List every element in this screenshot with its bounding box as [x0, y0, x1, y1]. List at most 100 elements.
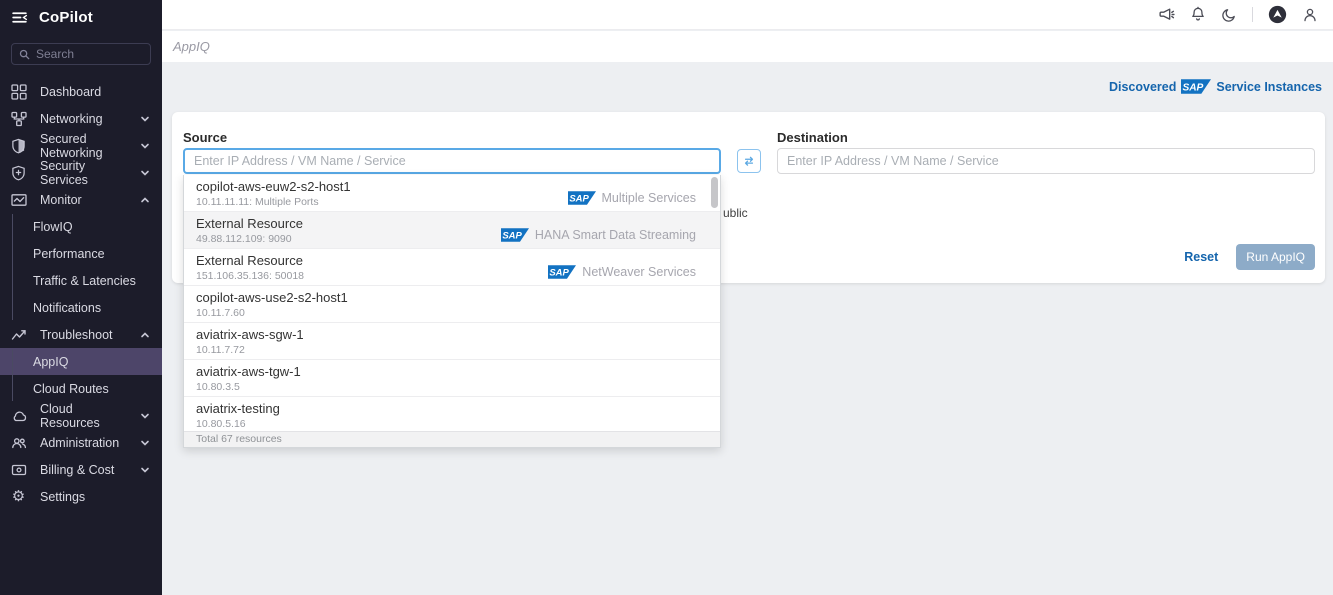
sidebar-item-label: Troubleshoot	[40, 328, 113, 342]
card-actions: Reset Run AppIQ	[1184, 244, 1315, 270]
bell-icon[interactable]	[1190, 6, 1206, 23]
aviatrix-logo-icon[interactable]	[1268, 5, 1287, 24]
service-name: NetWeaver Services	[582, 265, 696, 279]
sidebar-item-monitor[interactable]: Monitor	[0, 186, 162, 213]
troubleshoot-subgroup: AppIQ Cloud Routes	[0, 348, 162, 402]
resource-name: aviatrix-aws-sgw-1	[196, 327, 304, 342]
sidebar-item-label: Notifications	[33, 301, 101, 315]
sidebar-item-settings[interactable]: ⚙ Settings	[0, 483, 162, 510]
run-appiq-button[interactable]: Run AppIQ	[1236, 244, 1315, 270]
gear-icon: ⚙	[10, 488, 27, 505]
sidebar-nav: Dashboard Networking	[0, 78, 162, 510]
discovered-prefix: Discovered	[1109, 80, 1176, 94]
sidebar-item-troubleshoot[interactable]: Troubleshoot	[0, 321, 162, 348]
dropdown-footer: Total 67 resources	[184, 431, 720, 447]
trending-zigzag-icon	[10, 326, 27, 343]
chevron-down-icon	[140, 168, 150, 178]
resource-name: External Resource	[196, 253, 304, 268]
sidebar-item-label: Settings	[40, 490, 85, 504]
suggestion-row[interactable]: copilot-aws-use2-s2-host1 10.11.7.60	[184, 286, 720, 323]
suggestion-row[interactable]: aviatrix-aws-tgw-1 10.80.3.5	[184, 360, 720, 397]
shield-half-icon	[10, 137, 27, 154]
resource-detail: 10.11.7.72	[196, 344, 304, 356]
suggestion-row[interactable]: aviatrix-testing 10.80.5.16	[184, 397, 720, 434]
sidebar-item-label: Security Services	[40, 159, 127, 187]
sap-logo-icon: SAP	[501, 228, 529, 242]
partial-public-text: ublic	[723, 206, 748, 220]
resource-service: SAP Multiple Services	[568, 179, 708, 211]
source-suggestions-dropdown: copilot-aws-euw2-s2-host1 10.11.11.11: M…	[183, 175, 721, 448]
monitor-subgroup: FlowIQ Performance Traffic & Latencies N…	[0, 213, 162, 321]
monitor-chart-icon	[10, 191, 27, 208]
logo-row: CoPilot	[0, 0, 162, 26]
chevron-down-icon	[140, 141, 150, 151]
user-icon[interactable]	[1302, 7, 1318, 23]
sidebar-item-label: AppIQ	[33, 355, 68, 369]
sidebar-item-label: FlowIQ	[33, 220, 73, 234]
sidebar-item-cloud-routes[interactable]: Cloud Routes	[0, 375, 162, 402]
sidebar-collapse-icon[interactable]	[11, 9, 28, 26]
shield-plus-icon	[10, 164, 27, 181]
moon-icon[interactable]	[1221, 7, 1237, 23]
svg-text:SAP: SAP	[550, 268, 570, 279]
resource-detail: 49.88.112.109: 9090	[196, 233, 303, 245]
svg-text:SAP: SAP	[569, 194, 589, 205]
destination-input[interactable]	[777, 148, 1315, 174]
cloud-icon	[10, 407, 27, 424]
sidebar-item-dashboard[interactable]: Dashboard	[0, 78, 162, 105]
sidebar-item-label: Billing & Cost	[40, 463, 114, 477]
svg-text:SAP: SAP	[502, 231, 522, 242]
announcement-icon[interactable]	[1158, 6, 1175, 23]
dropdown-scrollbar	[711, 177, 718, 430]
swap-button[interactable]	[737, 149, 761, 173]
sap-logo-icon: SAP	[548, 265, 576, 279]
discovered-sap-link[interactable]: Discovered SAP Service Instances	[1109, 79, 1322, 94]
scrollbar-thumb[interactable]	[711, 177, 718, 208]
sidebar-item-label: Monitor	[40, 193, 82, 207]
sidebar-item-label: Cloud Resources	[40, 402, 127, 430]
breadcrumb-row: AppIQ	[162, 31, 1333, 62]
sidebar-item-billing-cost[interactable]: Billing & Cost	[0, 456, 162, 483]
sidebar-item-cloud-resources[interactable]: Cloud Resources	[0, 402, 162, 429]
suggestion-row[interactable]: External Resource 49.88.112.109: 9090 SA…	[184, 212, 720, 249]
sidebar-item-label: Administration	[40, 436, 119, 450]
reset-button[interactable]: Reset	[1184, 250, 1218, 264]
service-name: HANA Smart Data Streaming	[535, 228, 696, 242]
sidebar-item-flowiq[interactable]: FlowIQ	[0, 213, 162, 240]
sidebar-item-notifications[interactable]: Notifications	[0, 294, 162, 321]
resource-detail: 10.80.5.16	[196, 418, 280, 430]
suggestion-row[interactable]: External Resource 151.106.35.136: 50018 …	[184, 249, 720, 286]
sidebar-item-performance[interactable]: Performance	[0, 240, 162, 267]
sidebar-item-label: Traffic & Latencies	[33, 274, 136, 288]
resource-detail: 10.80.3.5	[196, 381, 301, 393]
resource-name: copilot-aws-use2-s2-host1	[196, 290, 348, 305]
chevron-up-icon	[140, 330, 150, 340]
topbar	[162, 0, 1333, 30]
sidebar-item-traffic-latencies[interactable]: Traffic & Latencies	[0, 267, 162, 294]
app-title: CoPilot	[39, 9, 93, 26]
resource-service: SAP NetWeaver Services	[548, 253, 708, 285]
chevron-down-icon	[140, 438, 150, 448]
resource-name: copilot-aws-euw2-s2-host1	[196, 179, 351, 194]
resource-name: aviatrix-testing	[196, 401, 280, 416]
sidebar: CoPilot Dashboard	[0, 0, 162, 595]
breadcrumb: AppIQ	[173, 39, 210, 54]
sidebar-item-administration[interactable]: Administration	[0, 429, 162, 456]
suggestion-row[interactable]: copilot-aws-euw2-s2-host1 10.11.11.11: M…	[184, 175, 720, 212]
chevron-up-icon	[140, 195, 150, 205]
sidebar-item-secured-networking[interactable]: Secured Networking	[0, 132, 162, 159]
search-input[interactable]	[36, 47, 143, 61]
dashboard-icon	[10, 83, 27, 100]
sidebar-item-label: Dashboard	[40, 85, 101, 99]
sidebar-item-security-services[interactable]: Security Services	[0, 159, 162, 186]
suggestion-row[interactable]: aviatrix-aws-sgw-1 10.11.7.72	[184, 323, 720, 360]
source-input[interactable]	[183, 148, 721, 174]
resource-detail: 10.11.7.60	[196, 307, 348, 319]
networking-icon	[10, 110, 27, 127]
sidebar-item-label: Secured Networking	[40, 132, 127, 160]
sidebar-item-networking[interactable]: Networking	[0, 105, 162, 132]
resource-name: aviatrix-aws-tgw-1	[196, 364, 301, 379]
source-label: Source	[183, 130, 227, 145]
svg-text:SAP: SAP	[1183, 82, 1204, 93]
sidebar-item-appiq[interactable]: AppIQ	[0, 348, 162, 375]
